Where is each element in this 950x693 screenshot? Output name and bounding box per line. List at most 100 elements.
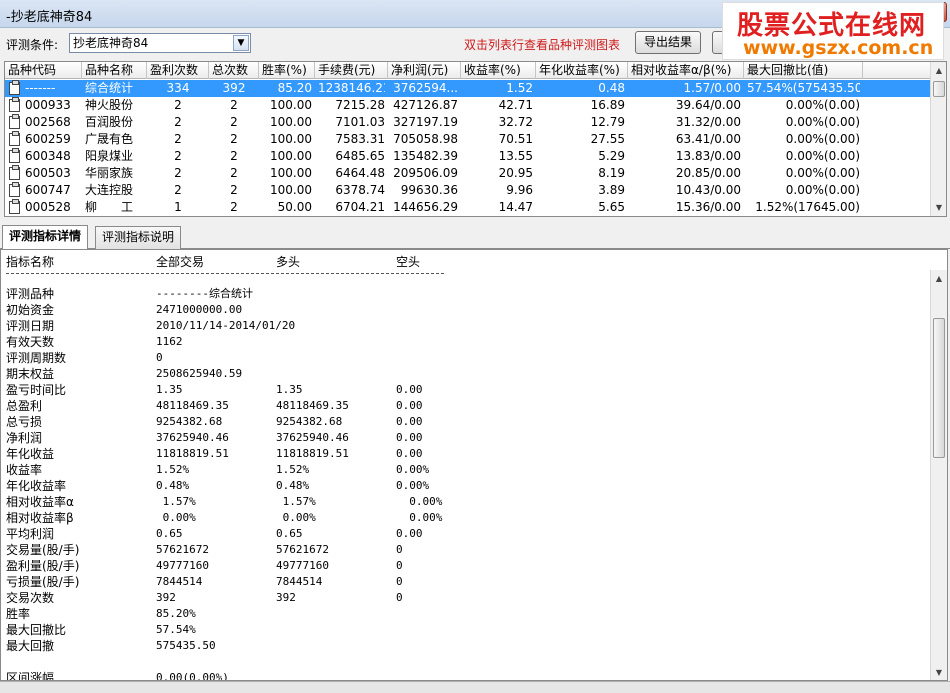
detail-label: 交易量(股/手) [6, 543, 80, 557]
detail-label: 评测日期 [6, 319, 55, 333]
table-cell-annual: 0.48 [598, 81, 625, 95]
column-header[interactable]: 手续费(元) [315, 62, 388, 79]
table-cell-total: 2 [230, 98, 238, 112]
scroll-down-icon[interactable]: ▼ [931, 199, 946, 216]
detail-label: 收益率 [6, 463, 43, 477]
document-icon [9, 114, 20, 129]
detail-value-all: 11818819.51 [156, 447, 229, 460]
table-cell-rel: 13.83/0.00 [675, 149, 741, 163]
table-cell-name: 大连控股 [85, 183, 134, 197]
detail-value-all: 85.20% [156, 607, 196, 620]
table-cell-rate: 100.00 [270, 166, 312, 180]
condition-select[interactable]: 抄老底神奇84 ▼ [69, 33, 251, 53]
detail-value-all: 9254382.68 [156, 415, 223, 428]
table-row[interactable]: 002568 百润股份 2 2 100.00 7101.03 327197.19 32.72 1… [5, 114, 930, 131]
detail-value-short: 0.00% [396, 463, 430, 476]
table-row[interactable]: 600503 华丽家族 2 2 100.00 6464.48 209506.09 20.95 8… [5, 165, 930, 182]
detail-label: 相对收益率α [6, 495, 74, 509]
column-header[interactable]: 年化收益率(%) [536, 62, 628, 79]
table-cell-ret: 42.71 [498, 98, 533, 112]
detail-label: 年化收益率 [6, 479, 67, 493]
column-header[interactable]: 品种代码 [5, 62, 82, 79]
tab-indicator-help[interactable]: 评测指标说明 [95, 226, 182, 249]
table-row[interactable]: ------- 综合统计 334 392 85.20 1238146.21 3762594.… [5, 80, 930, 97]
column-header[interactable]: 胜率(%) [259, 62, 315, 79]
detail-value-short: 0 [396, 559, 403, 572]
table-cell-profit: 99630.36 [400, 183, 458, 197]
divider [6, 266, 444, 274]
detail-label: 期末权益 [6, 367, 55, 381]
detail-value-short: 0.00% [396, 495, 443, 508]
detail-value-all: 1.52% [156, 463, 190, 476]
detail-label: 区间涨幅 [6, 671, 55, 681]
table-cell-rate: 50.00 [277, 200, 312, 214]
scroll-up-icon[interactable]: ▲ [931, 62, 946, 79]
detail-value-short: 0 [396, 543, 403, 556]
column-header[interactable]: 总次数 [209, 62, 259, 79]
detail-label: 评测品种 [6, 287, 55, 301]
table-cell-wins: 2 [174, 183, 182, 197]
detail-label: 平均利润 [6, 527, 55, 541]
table-cell-fee: 7215.28 [335, 98, 385, 112]
detail-label: 交易次数 [6, 591, 55, 605]
table-cell-fee: 7101.03 [335, 115, 385, 129]
table-cell-total: 2 [230, 200, 238, 214]
table-cell-rel: 20.85/0.00 [675, 166, 741, 180]
table-cell-rate: 100.00 [270, 132, 312, 146]
table-row[interactable]: 600259 广晟有色 2 2 100.00 7583.31 705058.98 70.51 2… [5, 131, 930, 148]
column-header[interactable]: 品种名称 [82, 62, 147, 79]
detail-value-all: 575435.50 [156, 639, 216, 652]
export-button[interactable]: 导出结果 [635, 31, 701, 54]
table-cell-fee: 1238146.21 [318, 81, 385, 95]
table-cell-annual: 16.89 [590, 98, 625, 112]
detail-value-all: 2508625940.59 [156, 367, 243, 380]
chevron-down-icon[interactable]: ▼ [233, 35, 249, 51]
results-table[interactable]: 品种代码 品种名称 盈利次数 总次数 胜率(%) 手续费(元) 净利润(元) 收益率(%) 年化… [4, 61, 947, 217]
detail-label: 年化收益 [6, 447, 55, 461]
detail-value-short: 0.00 [396, 447, 423, 460]
detail-value-all: 0.48% [156, 479, 190, 492]
scroll-up-icon[interactable]: ▲ [931, 270, 947, 287]
tab-indicator-details[interactable]: 评测指标详情 [2, 225, 89, 250]
detail-value-all: 1.57% [156, 495, 196, 508]
column-header[interactable]: 最大回撤比(值) [744, 62, 863, 79]
column-header[interactable]: 收益率(%) [461, 62, 536, 79]
table-row[interactable]: 600348 阳泉煤业 2 2 100.00 6485.65 135482.39 13.55 5… [5, 148, 930, 165]
detail-value-short: 0.00% [396, 511, 443, 524]
table-cell-fee: 6378.74 [335, 183, 385, 197]
table-cell-fee: 6704.21 [335, 200, 385, 214]
column-header[interactable]: 相对收益率α/β(%) [628, 62, 744, 79]
table-cell-rel: 39.64/0.00 [675, 98, 741, 112]
table-cell-profit: 135482.39 [393, 149, 458, 163]
table-header: 品种代码 品种名称 盈利次数 总次数 胜率(%) 手续费(元) 净利润(元) 收益率(%) 年化… [5, 62, 930, 79]
scroll-thumb[interactable] [933, 318, 945, 458]
table-cell-name: 百润股份 [85, 115, 134, 129]
table-scrollbar[interactable]: ▲ ▼ [930, 62, 946, 216]
table-row[interactable]: 000528 柳 工 1 2 50.00 6704.21 144656.29 14.47 5.6… [5, 199, 930, 216]
detail-value-all: 48118469.35 [156, 399, 229, 412]
table-cell-name: 阳泉煤业 [85, 149, 134, 163]
scroll-down-icon[interactable]: ▼ [931, 664, 947, 680]
table-cell-total: 2 [230, 149, 238, 163]
table-cell-profit: 427126.87 [393, 98, 458, 112]
detail-value-all: 0.00% [156, 511, 196, 524]
detail-value-long: 0.00% [276, 511, 316, 524]
scroll-thumb[interactable] [933, 81, 945, 97]
table-cell-wins: 1 [174, 200, 182, 214]
column-header[interactable]: 净利润(元) [388, 62, 461, 79]
table-cell-code: 600259 [25, 132, 71, 146]
detail-label: 评测周期数 [6, 351, 67, 365]
detail-value-all: 1.35 [156, 383, 183, 396]
detail-label: 胜率 [6, 607, 31, 621]
document-icon [9, 97, 20, 112]
table-cell-total: 2 [230, 132, 238, 146]
condition-value: 抄老底神奇84 [73, 36, 149, 50]
table-row[interactable]: 600747 大连控股 2 2 100.00 6378.74 99630.36 9.96 3.8… [5, 182, 930, 199]
status-strip [0, 681, 950, 693]
table-row[interactable]: 000933 神火股份 2 2 100.00 7215.28 427126.87 42.71 1… [5, 97, 930, 114]
column-header[interactable]: 盈利次数 [147, 62, 209, 79]
detail-label: 净利润 [6, 431, 43, 445]
table-cell-rate: 100.00 [270, 115, 312, 129]
table-cell-annual: 12.79 [590, 115, 625, 129]
detail-scrollbar[interactable]: ▲ ▼ [930, 270, 947, 680]
